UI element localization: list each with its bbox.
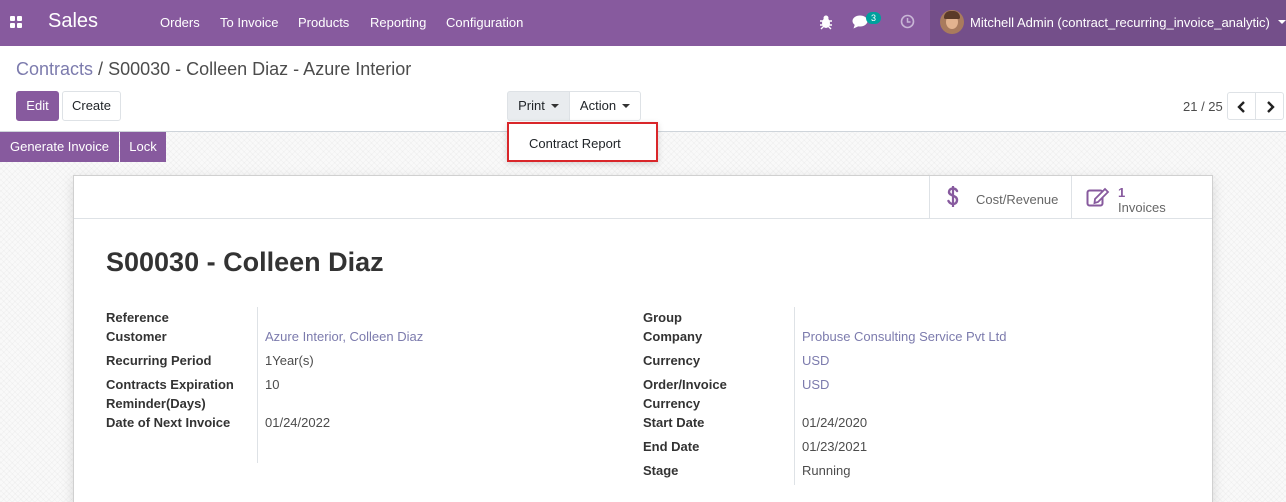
dollar-icon [946, 185, 960, 212]
start-date-value: 01/24/2020 [802, 415, 868, 430]
order-invoice-currency-link[interactable]: USD [802, 377, 829, 392]
order-invoice-currency-label-line1: Order/Invoice [643, 377, 727, 392]
currency-label: Currency [643, 353, 701, 368]
menu-orders[interactable]: Orders [160, 15, 200, 30]
edit-button[interactable]: Edit [16, 91, 59, 121]
recurring-period-label: Recurring Period [106, 353, 212, 368]
chevron-right-icon [1267, 101, 1275, 113]
menu-to-invoice[interactable]: To Invoice [220, 15, 279, 30]
smart-button-box: Cost/Revenue 1 Invoices [74, 176, 1212, 219]
expiration-reminder-label-line2: Reminder(Days) [106, 396, 206, 411]
create-button[interactable]: Create [62, 91, 121, 121]
menu-products[interactable]: Products [298, 15, 349, 30]
customer-link[interactable]: Azure Interior, Colleen Diaz [265, 329, 423, 344]
invoices-smart-button[interactable]: 1 Invoices [1071, 176, 1212, 218]
customer-label: Customer [106, 329, 167, 344]
action-label: Action [579, 98, 617, 113]
order-invoice-currency-label-line2: Currency [643, 396, 701, 411]
next-invoice-date-value: 01/24/2022 [265, 415, 331, 430]
breadcrumb-separator: / [98, 59, 104, 79]
pager-next-button[interactable] [1255, 92, 1284, 120]
recurring-period-value: 1Year(s) [265, 353, 314, 368]
menu-configuration[interactable]: Configuration [446, 15, 523, 30]
messages-count-badge: 3 [866, 12, 881, 24]
apps-menu-icon[interactable] [10, 16, 23, 29]
user-avatar [940, 10, 964, 34]
debug-bug-icon[interactable] [819, 14, 833, 33]
end-date-label: End Date [643, 439, 700, 454]
app-name[interactable]: Sales [48, 10, 98, 33]
print-caret-icon [550, 103, 559, 108]
lock-button[interactable]: Lock [120, 132, 166, 162]
contract-report-menu-item[interactable]: Contract Report [529, 136, 621, 151]
company-label: Company [643, 329, 703, 344]
top-navbar: Sales Orders To Invoice Products Reporti… [0, 0, 1286, 46]
form-sheet: Cost/Revenue 1 Invoices S00030 - Colleen… [73, 175, 1213, 502]
left-group-divider [257, 307, 258, 463]
breadcrumb-current: S00030 - Colleen Diaz - Azure Interior [108, 59, 412, 79]
pager-value[interactable]: 21 / 25 [1183, 99, 1223, 114]
action-dropdown-button[interactable]: Action [569, 91, 641, 121]
cost-revenue-smart-button[interactable]: Cost/Revenue [929, 176, 1071, 218]
invoices-count: 1 [1118, 185, 1126, 200]
currency-link[interactable]: USD [802, 353, 829, 368]
user-name: Mitchell Admin (contract_recurring_invoi… [970, 15, 1270, 30]
cost-revenue-label: Cost/Revenue [976, 192, 1059, 207]
generate-invoice-button[interactable]: Generate Invoice [0, 132, 119, 162]
group-label: Group [643, 310, 682, 325]
start-date-label: Start Date [643, 415, 705, 430]
record-title: S00030 - Colleen Diaz [106, 247, 384, 277]
print-label: Print [518, 98, 545, 113]
reference-label: Reference [106, 310, 169, 325]
stage-value: Running [802, 463, 851, 478]
pager-previous-button[interactable] [1227, 92, 1256, 120]
end-date-value: 01/23/2021 [802, 439, 868, 454]
activity-clock-icon[interactable] [900, 14, 915, 32]
expiration-reminder-label-line1: Contracts Expiration [106, 377, 234, 392]
expiration-reminder-value: 10 [265, 377, 280, 392]
print-dropdown-menu: Contract Report [507, 122, 658, 162]
user-menu-chevron-down-icon [1278, 20, 1286, 24]
next-invoice-date-label: Date of Next Invoice [106, 415, 231, 430]
stage-label: Stage [643, 463, 679, 478]
breadcrumb-contracts-link[interactable]: Contracts [16, 59, 93, 79]
action-caret-icon [622, 103, 631, 108]
pencil-square-icon [1086, 187, 1110, 210]
invoices-label: Invoices [1118, 200, 1166, 215]
user-menu[interactable]: Mitchell Admin (contract_recurring_invoi… [930, 0, 1286, 46]
print-dropdown-button[interactable]: Print [507, 91, 570, 121]
chevron-left-icon [1237, 101, 1245, 113]
right-group-divider [794, 307, 795, 485]
company-link[interactable]: Probuse Consulting Service Pvt Ltd [802, 329, 1007, 344]
menu-reporting[interactable]: Reporting [370, 15, 426, 30]
breadcrumb: Contracts / S00030 - Colleen Diaz - Azur… [16, 59, 411, 80]
